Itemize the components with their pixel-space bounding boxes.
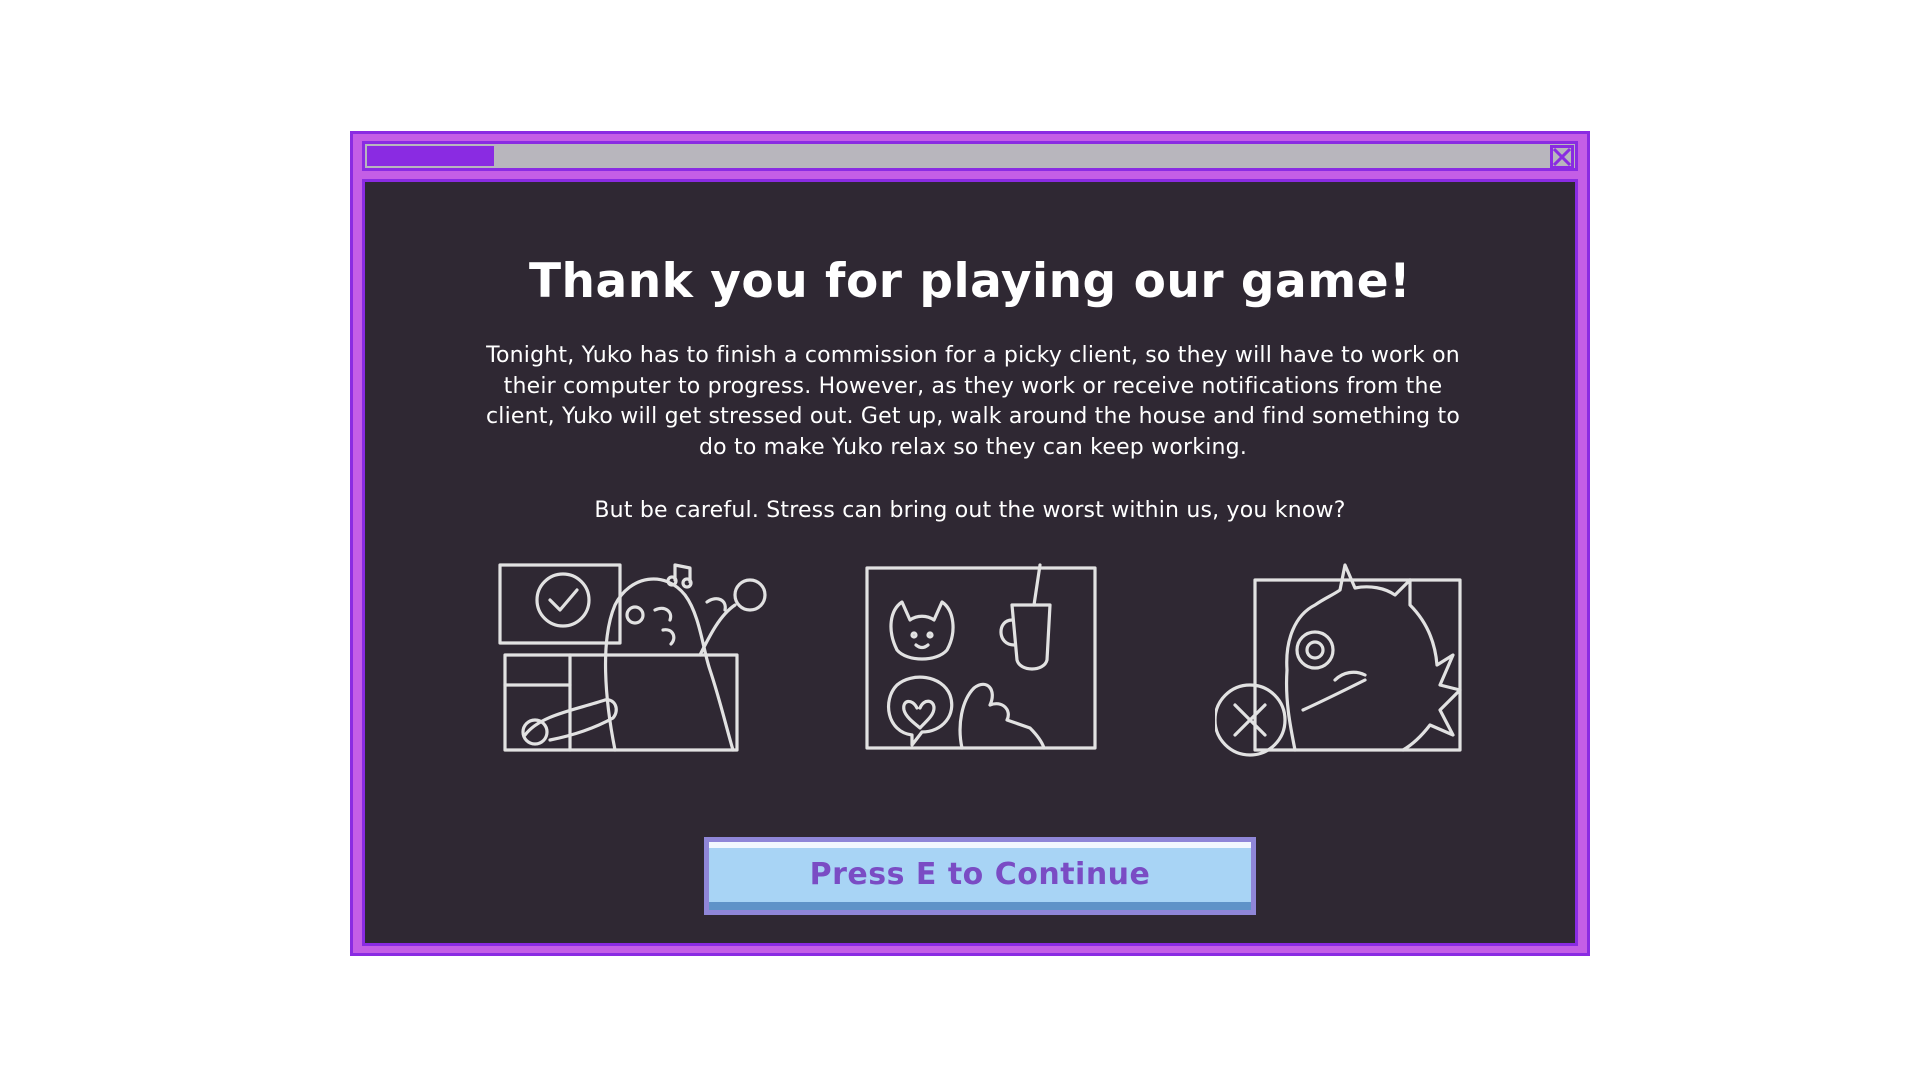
close-button[interactable]: [1550, 145, 1574, 169]
dialog-heading: Thank you for playing our game!: [528, 254, 1412, 309]
close-icon: [1553, 148, 1571, 166]
button-highlight: [709, 842, 1251, 848]
dialog-content: Thank you for playing our game! Tonight,…: [362, 179, 1578, 946]
dialog-warning: But be careful. Stress can bring out the…: [594, 498, 1346, 523]
working-at-computer-icon: [495, 560, 795, 760]
dialog-body: Tonight, Yuko has to finish a commission…: [485, 343, 1461, 460]
relax-activities-icon: [862, 560, 1102, 760]
button-shadow: [709, 902, 1251, 910]
stressed-out-icon: [1215, 560, 1465, 770]
continue-button[interactable]: Press E to Continue: [704, 837, 1256, 915]
dialog-window: Thank you for playing our game! Tonight,…: [350, 131, 1590, 956]
continue-button-label: Press E to Continue: [809, 857, 1151, 892]
title-bar: [362, 141, 1578, 171]
title-bar-progress: [367, 146, 494, 166]
